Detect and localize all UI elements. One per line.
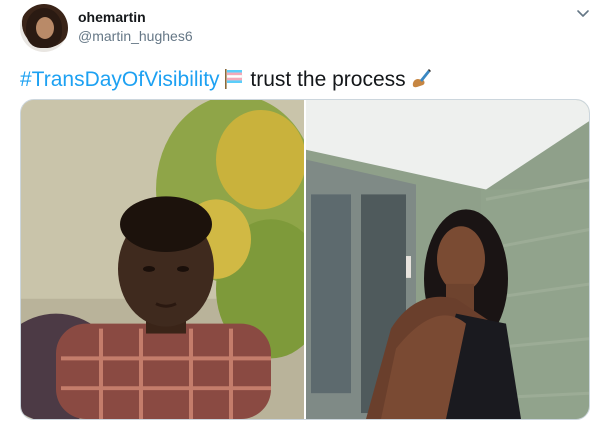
user-handle[interactable]: @martin_hughes6 <box>78 28 193 44</box>
avatar[interactable] <box>20 4 68 52</box>
writing-hand-emoji-icon <box>412 69 431 88</box>
chevron-down-icon[interactable] <box>576 6 590 20</box>
display-name[interactable]: ohemartin <box>78 9 146 25</box>
avatar-face <box>36 17 54 39</box>
transgender-flag-emoji-icon <box>224 69 242 89</box>
hashtag-link[interactable]: #TransDayOfVisibility <box>20 68 220 91</box>
tweet-text: #TransDayOfVisibility trust the process <box>20 66 432 93</box>
child-portrait-photo[interactable] <box>21 100 304 419</box>
tweet-card: ohemartin @martin_hughes6 #TransDayOfVis… <box>0 0 607 433</box>
adult-portrait-photo[interactable] <box>306 100 590 419</box>
media-grid[interactable] <box>20 99 590 420</box>
tweet-body-text: trust the process <box>244 68 406 91</box>
